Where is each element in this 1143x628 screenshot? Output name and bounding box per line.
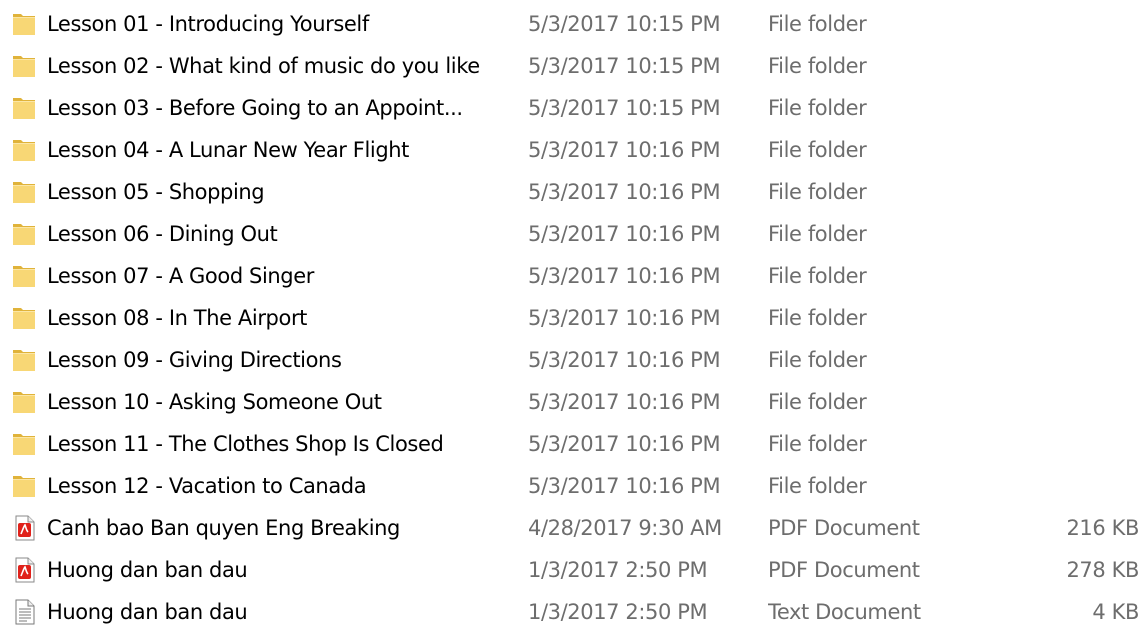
file-row[interactable]: Lesson 10 - Asking Someone Out 5/3/2017 1… <box>0 381 1143 423</box>
file-type: File folder <box>768 96 867 120</box>
date-modified: 5/3/2017 10:16 PM <box>528 474 721 498</box>
file-type: File folder <box>768 306 867 330</box>
file-size <box>1000 255 1139 297</box>
file-row[interactable]: Lesson 09 - Giving Directions 5/3/2017 10… <box>0 339 1143 381</box>
file-size <box>1000 465 1139 507</box>
file-row[interactable]: Lesson 02 - What kind of music do you li… <box>0 45 1143 87</box>
date-modified: 5/3/2017 10:15 PM <box>528 12 721 36</box>
file-type: PDF Document <box>768 516 920 540</box>
file-size: 278 KB <box>1066 558 1139 582</box>
file-row[interactable]: Lesson 06 - Dining Out 5/3/2017 10:16 PM F… <box>0 213 1143 255</box>
file-type: File folder <box>768 432 867 456</box>
folder-icon <box>12 305 37 331</box>
folder-icon <box>12 179 37 205</box>
file-row[interactable]: Huong dan ban dau 1/3/2017 2:50 PM Text Do… <box>0 591 1143 628</box>
date-modified: 5/3/2017 10:16 PM <box>528 222 721 246</box>
file-type: File folder <box>768 222 867 246</box>
file-size: 216 KB <box>1066 516 1139 540</box>
file-name: Lesson 09 - Giving Directions <box>47 348 342 372</box>
file-size <box>1000 87 1139 129</box>
date-modified: 5/3/2017 10:16 PM <box>528 306 721 330</box>
file-row[interactable]: Lesson 12 - Vacation to Canada 5/3/2017 1… <box>0 465 1143 507</box>
pdf-file-icon <box>12 515 37 541</box>
file-type: File folder <box>768 348 867 372</box>
file-name: Canh bao Ban quyen Eng Breaking <box>47 516 400 540</box>
file-size <box>1000 45 1139 87</box>
file-name: Lesson 10 - Asking Someone Out <box>47 390 382 414</box>
date-modified: 5/3/2017 10:15 PM <box>528 96 721 120</box>
file-size: 4 KB <box>1092 600 1139 624</box>
file-name: Lesson 02 - What kind of music do you li… <box>47 54 480 78</box>
file-row[interactable]: Lesson 08 - In The Airport 5/3/2017 10:16… <box>0 297 1143 339</box>
date-modified: 5/3/2017 10:16 PM <box>528 432 721 456</box>
folder-icon <box>12 431 37 457</box>
file-list: Lesson 01 - Introducing Yourself 5/3/2017… <box>0 0 1143 628</box>
file-size <box>1000 339 1139 381</box>
file-name: Lesson 04 - A Lunar New Year Flight <box>47 138 410 162</box>
folder-icon <box>12 95 37 121</box>
file-type: File folder <box>768 138 867 162</box>
date-modified: 1/3/2017 2:50 PM <box>528 600 708 624</box>
file-name: Lesson 12 - Vacation to Canada <box>47 474 367 498</box>
folder-icon <box>12 11 37 37</box>
file-size <box>1000 3 1139 45</box>
folder-icon <box>12 389 37 415</box>
file-type: File folder <box>768 54 867 78</box>
file-type: File folder <box>768 180 867 204</box>
date-modified: 5/3/2017 10:16 PM <box>528 138 721 162</box>
file-row[interactable]: Lesson 01 - Introducing Yourself 5/3/2017… <box>0 3 1143 45</box>
folder-icon <box>12 53 37 79</box>
file-name: Lesson 01 - Introducing Yourself <box>47 12 369 36</box>
file-size <box>1000 171 1139 213</box>
file-type: File folder <box>768 474 867 498</box>
folder-icon <box>12 137 37 163</box>
file-row[interactable]: Lesson 11 - The Clothes Shop Is Closed 5/… <box>0 423 1143 465</box>
date-modified: 4/28/2017 9:30 AM <box>528 516 722 540</box>
file-name: Lesson 06 - Dining Out <box>47 222 278 246</box>
folder-icon <box>12 347 37 373</box>
file-type: File folder <box>768 264 867 288</box>
file-name: Lesson 05 - Shopping <box>47 180 265 204</box>
file-size <box>1000 129 1139 171</box>
file-type: File folder <box>768 12 867 36</box>
text-file-icon <box>12 599 37 625</box>
file-name: Huong dan ban dau <box>47 600 248 624</box>
file-name: Huong dan ban dau <box>47 558 248 582</box>
file-type: Text Document <box>768 600 921 624</box>
file-type: PDF Document <box>768 558 920 582</box>
folder-icon <box>12 473 37 499</box>
folder-icon <box>12 221 37 247</box>
file-row[interactable]: Huong dan ban dau 1/3/2017 2:50 PM PDF Doc… <box>0 549 1143 591</box>
date-modified: 5/3/2017 10:15 PM <box>528 54 721 78</box>
file-size <box>1000 381 1139 423</box>
file-row[interactable]: Lesson 04 - A Lunar New Year Flight 5/3/2… <box>0 129 1143 171</box>
file-row[interactable]: Lesson 07 - A Good Singer 5/3/2017 10:16 … <box>0 255 1143 297</box>
file-name: Lesson 11 - The Clothes Shop Is Closed <box>47 432 444 456</box>
file-name: Lesson 07 - A Good Singer <box>47 264 314 288</box>
date-modified: 5/3/2017 10:16 PM <box>528 264 721 288</box>
date-modified: 1/3/2017 2:50 PM <box>528 558 708 582</box>
file-size <box>1000 423 1139 465</box>
file-row[interactable]: Lesson 03 - Before Going to an Appoint..… <box>0 87 1143 129</box>
file-name: Lesson 03 - Before Going to an Appoint..… <box>47 96 463 120</box>
pdf-file-icon <box>12 557 37 583</box>
file-name: Lesson 08 - In The Airport <box>47 306 308 330</box>
folder-icon <box>12 263 37 289</box>
file-row[interactable]: Lesson 05 - Shopping 5/3/2017 10:16 PM Fil… <box>0 171 1143 213</box>
file-row[interactable]: Canh bao Ban quyen Eng Breaking 4/28/2017… <box>0 507 1143 549</box>
file-type: File folder <box>768 390 867 414</box>
file-size <box>1000 297 1139 339</box>
file-size <box>1000 213 1139 255</box>
date-modified: 5/3/2017 10:16 PM <box>528 180 721 204</box>
date-modified: 5/3/2017 10:16 PM <box>528 348 721 372</box>
date-modified: 5/3/2017 10:16 PM <box>528 390 721 414</box>
